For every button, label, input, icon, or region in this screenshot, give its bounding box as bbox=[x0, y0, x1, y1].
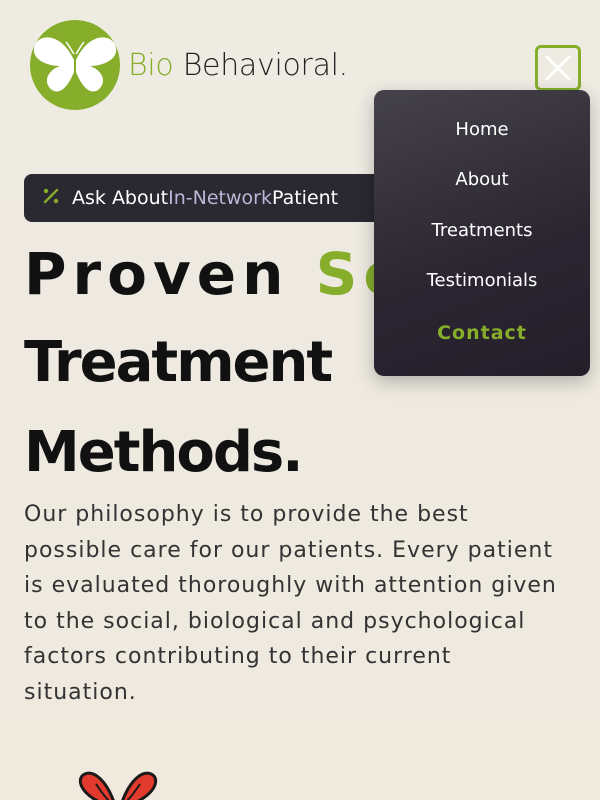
menu-item-treatments[interactable]: Treatments bbox=[374, 220, 590, 241]
banner-text-after: Patient bbox=[271, 187, 339, 209]
hero-heading-word1: Proven bbox=[24, 240, 290, 308]
butterfly-logo-icon bbox=[30, 20, 120, 110]
brand-name-part1: Bio bbox=[128, 47, 174, 83]
close-menu-button[interactable] bbox=[535, 45, 581, 91]
menu-item-about[interactable]: About bbox=[374, 169, 590, 190]
menu-item-home[interactable]: Home bbox=[374, 119, 590, 140]
brand-name: Bio Behavioral. bbox=[128, 48, 348, 83]
red-butterfly-icon bbox=[76, 768, 166, 800]
banner-text-highlight: In-Network bbox=[168, 187, 272, 209]
hero-heading-line3: Methods. bbox=[24, 420, 304, 485]
hero-paragraph: Our philosophy is to provide the best po… bbox=[24, 502, 557, 705]
hero-heading-line1: Proven Sci bbox=[24, 240, 430, 308]
in-network-banner[interactable]: Ask About In-Network Patient bbox=[24, 174, 404, 222]
percent-icon bbox=[42, 187, 60, 210]
page: Bio Behavioral. Ask About In-Network Pat… bbox=[0, 0, 600, 800]
banner-text-before: Ask About bbox=[72, 187, 169, 209]
menu-item-testimonials[interactable]: Testimonials bbox=[374, 270, 590, 291]
brand-name-part2: Behavioral. bbox=[182, 47, 349, 83]
hero-heading-line2: Treatment bbox=[24, 330, 333, 395]
menu-item-contact[interactable]: Contact bbox=[374, 322, 590, 344]
brand-logo-link[interactable]: Bio Behavioral. bbox=[30, 20, 348, 110]
nav-dropdown-menu: Home About Treatments Testimonials Conta… bbox=[374, 90, 590, 376]
